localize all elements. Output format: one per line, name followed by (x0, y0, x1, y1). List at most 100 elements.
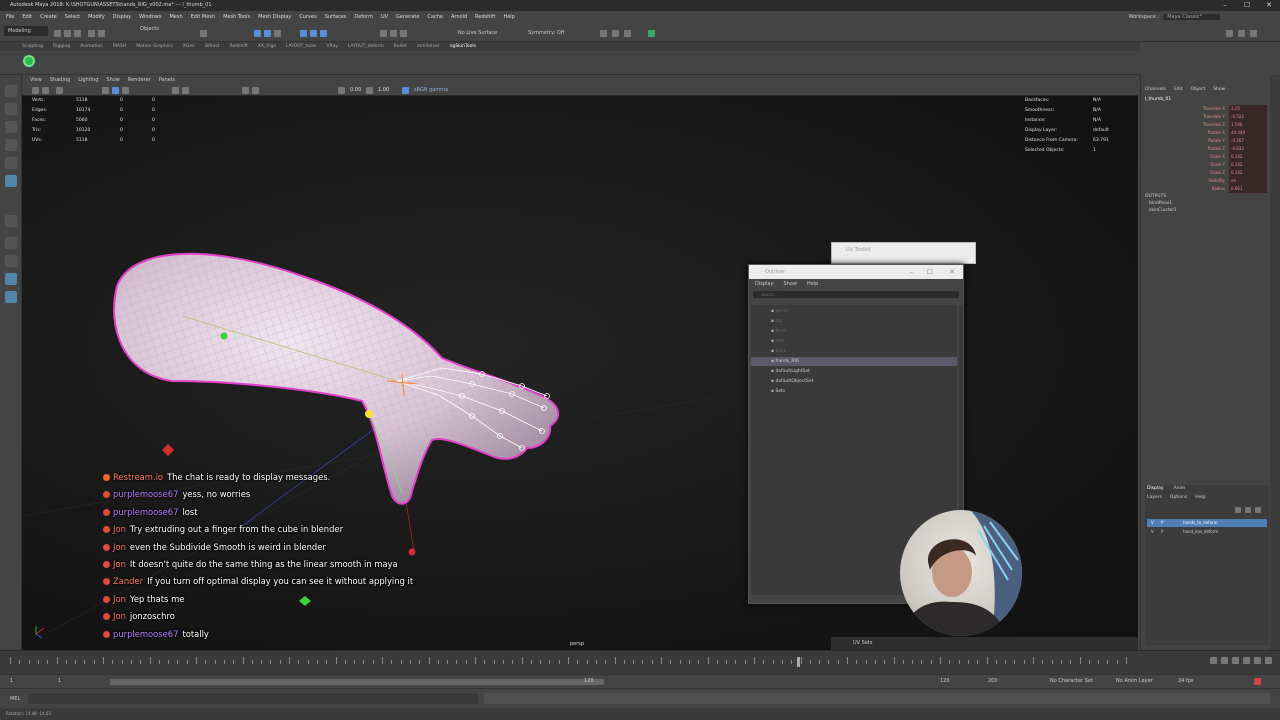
character-set-dropdown[interactable]: No Character Set (1050, 678, 1093, 684)
menu-cache[interactable]: Cache (427, 14, 443, 20)
viewport-menu-renderer[interactable]: Renderer (128, 77, 151, 83)
uv-toolkit-window[interactable]: UV Toolkit (831, 242, 976, 264)
attribute-value[interactable]: -0.522 (1229, 113, 1267, 121)
command-language[interactable]: MEL (10, 696, 20, 702)
xray-icon[interactable] (182, 87, 189, 94)
snap-point-icon[interactable] (320, 30, 327, 37)
viewport-menu-shading[interactable]: Shading (50, 77, 70, 83)
channel-attribute[interactable]: Scale X 0.242 (1181, 153, 1269, 161)
live-surface-label[interactable]: No Live Surface (458, 30, 497, 36)
play-back-icon[interactable] (1232, 657, 1239, 664)
step-back-icon[interactable] (1221, 657, 1228, 664)
new-layer-icon[interactable] (1245, 507, 1251, 513)
snap-curve-icon[interactable] (310, 30, 317, 37)
outliner-close-button[interactable]: ✕ (949, 265, 955, 279)
output-item[interactable]: bindPose1 (1145, 200, 1177, 207)
outliner-menu-display[interactable]: Display (755, 281, 773, 287)
attribute-value[interactable]: on (1229, 177, 1267, 185)
viewport-menu-view[interactable]: View (30, 77, 42, 83)
menu-curves[interactable]: Curves (299, 14, 316, 20)
tab-display-layers[interactable]: Display (1147, 485, 1164, 493)
layers-menu[interactable]: Layers (1147, 494, 1162, 502)
attribute-value[interactable]: 44.449 (1229, 129, 1267, 137)
shelf-tab[interactable]: Motion Graphics (136, 44, 173, 49)
go-to-start-icon[interactable] (1210, 657, 1217, 664)
uv-sets-panel[interactable]: UV Sets (831, 637, 1138, 650)
menu-create[interactable]: Create (40, 14, 57, 20)
attribute-value[interactable]: -0.832 (1229, 145, 1267, 153)
channel-attribute[interactable]: Translate X 3.25 (1181, 105, 1269, 113)
start-time-field[interactable]: 1 (10, 678, 13, 684)
menu-modify[interactable]: Modify (88, 14, 105, 20)
viewport-menu-show[interactable]: Show (106, 77, 120, 83)
new-scene-icon[interactable] (54, 30, 61, 37)
outliner-item[interactable]: ▪ defaultObjectSet (771, 377, 813, 386)
snap-grid-icon[interactable] (300, 30, 307, 37)
play-forward-icon[interactable] (1243, 657, 1250, 664)
shelf-tab[interactable]: XX_Rigs (258, 44, 276, 49)
move-tool-icon[interactable] (5, 139, 17, 151)
options-menu[interactable]: Options (1170, 494, 1187, 502)
shelf-tab[interactable]: Bifrost (205, 44, 220, 49)
rotate-tool-icon[interactable] (5, 157, 17, 169)
attribute-value[interactable]: 0.242 (1229, 153, 1267, 161)
outliner-layout-icon[interactable] (5, 273, 17, 285)
attribute-editor-icon[interactable] (1238, 30, 1245, 37)
channel-attribute[interactable]: Scale Y 0.242 (1181, 161, 1269, 169)
anim-layer-dropdown[interactable]: No Anim Layer (1116, 678, 1153, 684)
menu-deform[interactable]: Deform (354, 14, 373, 20)
channel-attribute[interactable]: Translate Y -0.522 (1181, 113, 1269, 121)
outliner-menu-show[interactable]: Show (783, 281, 797, 287)
shelf-tab[interactable]: VRay (326, 44, 338, 49)
menu-surfaces[interactable]: Surfaces (325, 14, 347, 20)
playback-start-field[interactable]: 1 (58, 678, 61, 684)
shelf-tab[interactable]: LAYOUT_deform (348, 44, 384, 49)
menu-select[interactable]: Select (65, 14, 80, 20)
outliner-minimize-button[interactable]: – (910, 265, 914, 279)
shelf-tab[interactable]: mmSolver (417, 44, 440, 49)
symmetry-label[interactable]: Symmetry: Off (528, 30, 564, 36)
last-tool-icon[interactable] (5, 215, 17, 227)
menu-mesh-display[interactable]: Mesh Display (258, 14, 291, 20)
motion-blur-icon[interactable] (252, 87, 259, 94)
shelf-tab[interactable]: ngSkinTools (450, 44, 476, 49)
outliner-item[interactable]: ▪ hands_RIG (751, 357, 957, 366)
color-management-icon[interactable] (402, 87, 409, 94)
menu-display[interactable]: Display (113, 14, 131, 20)
history-icon[interactable] (380, 30, 387, 37)
tab-anim-layers[interactable]: Anim (1174, 485, 1186, 493)
tool-settings-icon[interactable] (1250, 30, 1257, 37)
hand-mesh[interactable] (113, 252, 560, 505)
outliner-menu-help[interactable]: Help (807, 281, 818, 287)
ambient-occlusion-icon[interactable] (242, 87, 249, 94)
channel-menu-edit[interactable]: Edit (1174, 87, 1183, 92)
arnold-render-icon[interactable] (648, 30, 655, 37)
channel-attribute[interactable]: Rotate Y -0.267 (1181, 137, 1269, 145)
outliner-item[interactable]: ▪ persp (771, 307, 788, 316)
animation-end-field[interactable]: 200 (988, 678, 998, 684)
shelf-tab[interactable]: MASH (113, 44, 126, 49)
four-view-layout-icon[interactable] (5, 255, 17, 267)
channel-attribute[interactable]: Rotate Z -0.832 (1181, 145, 1269, 153)
single-perspective-layout-icon[interactable] (5, 237, 17, 249)
save-scene-icon[interactable] (74, 30, 81, 37)
channel-attribute[interactable]: Visibility on (1181, 177, 1269, 185)
scale-tool-icon[interactable] (5, 175, 17, 187)
fps-dropdown[interactable]: 24 fps (1178, 678, 1194, 684)
display-layer[interactable]: V Phands_to_deform (1147, 519, 1267, 527)
filter-icon[interactable] (274, 30, 281, 37)
ipr-icon[interactable] (400, 30, 407, 37)
outliner-titlebar[interactable]: Outliner – ☐ ✕ (749, 265, 963, 279)
side-tabs[interactable] (1270, 75, 1280, 650)
workspace-selector[interactable]: Workspace : Maya Classic* (1129, 11, 1220, 22)
command-input[interactable] (28, 693, 478, 704)
grid-icon[interactable] (56, 87, 63, 94)
attribute-value[interactable]: 0.661 (1229, 185, 1267, 193)
outliner-item[interactable]: ▪ defaultLightSet (771, 367, 810, 376)
lasso-tool-icon[interactable] (5, 103, 17, 115)
attribute-value[interactable]: 1.546 (1229, 121, 1267, 129)
camera-attributes-icon[interactable] (42, 87, 49, 94)
shelf-tab[interactable]: Rigging (53, 44, 70, 49)
modeling-toolkit-icon[interactable] (1226, 30, 1233, 37)
shelf-tab[interactable]: Sculpting (22, 44, 43, 49)
